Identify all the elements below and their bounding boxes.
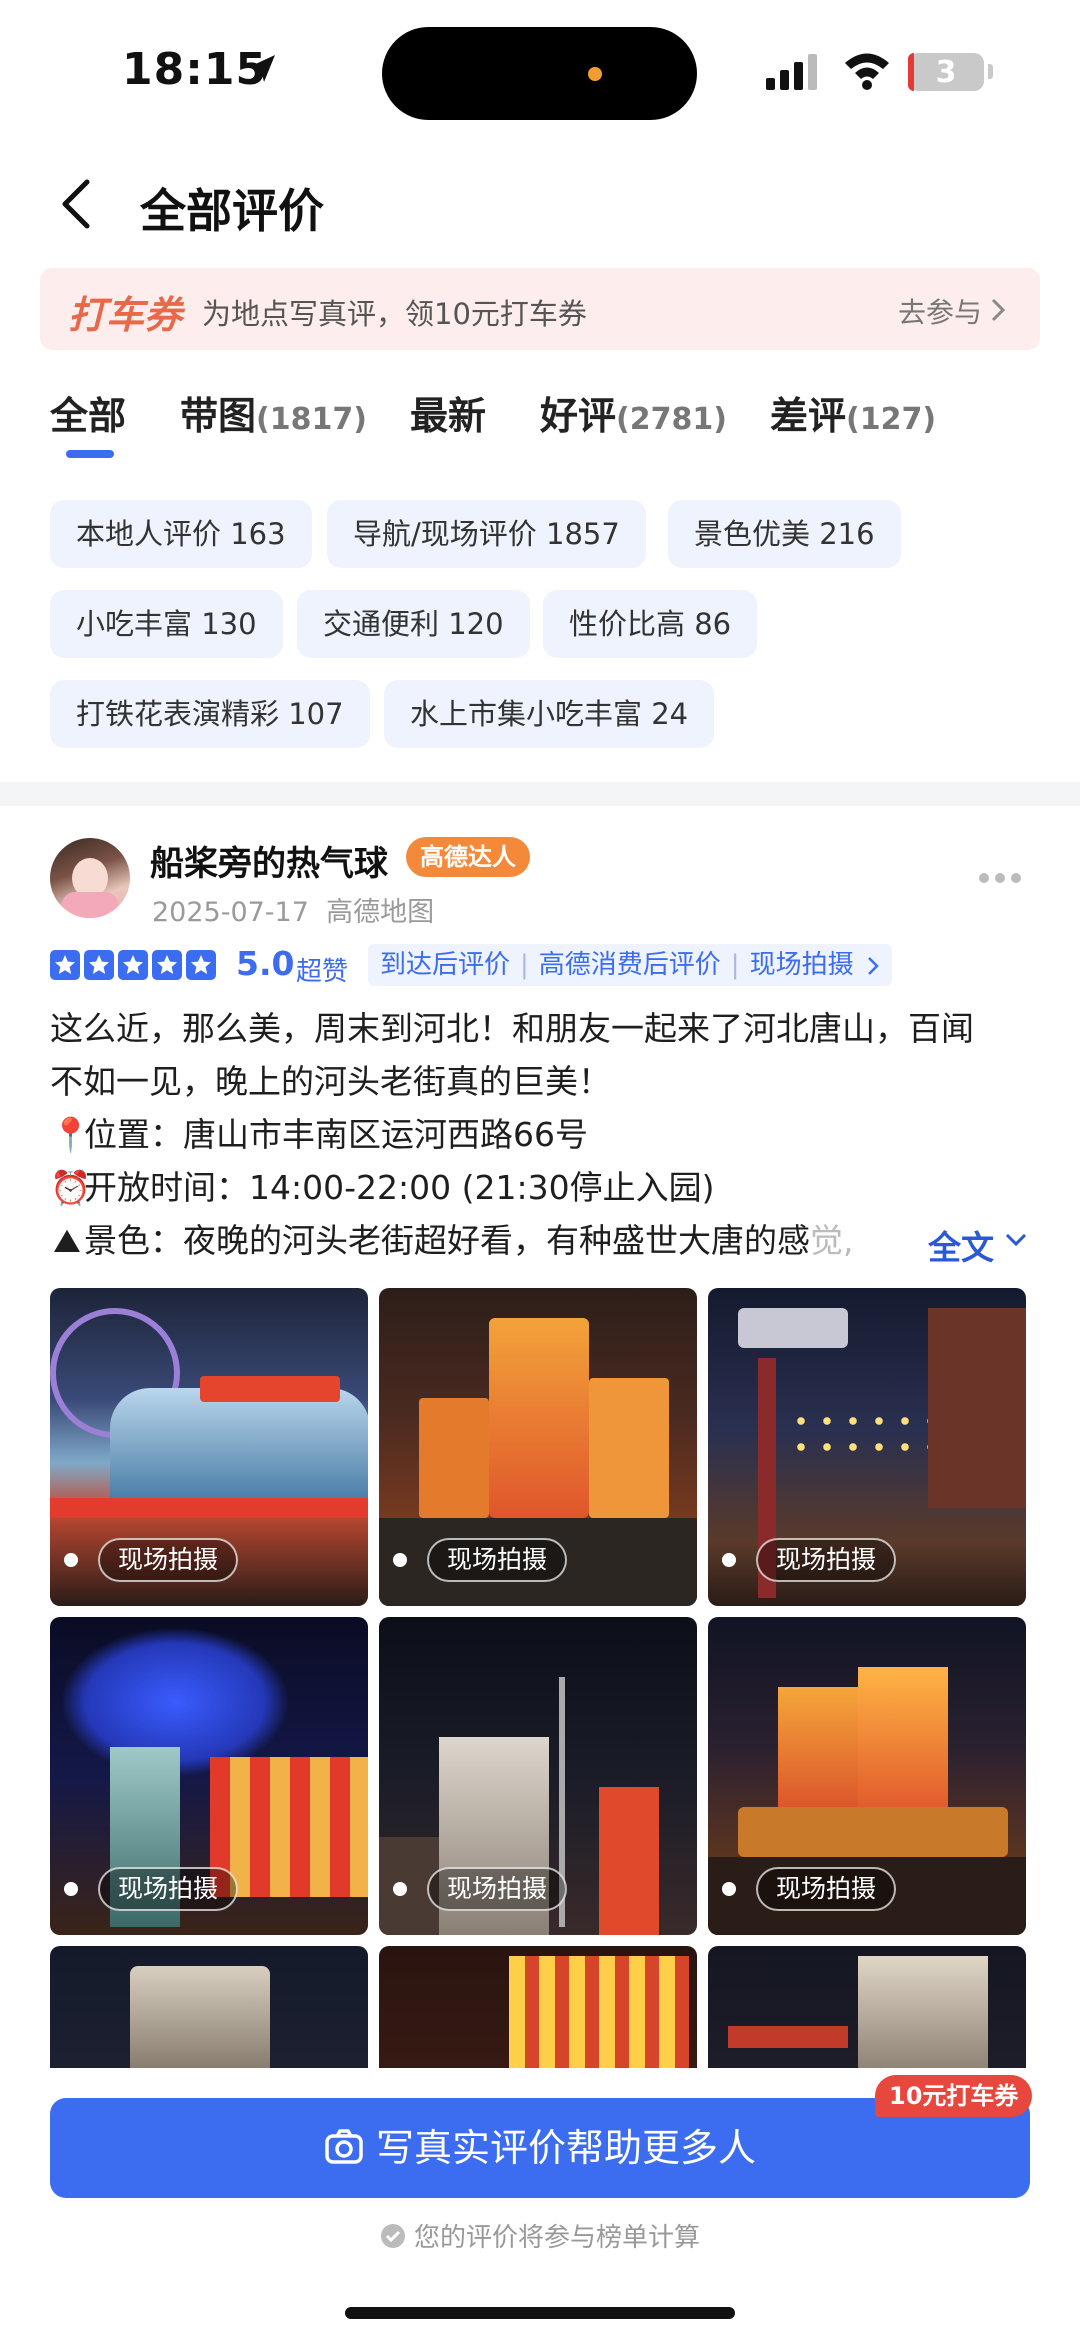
star-icon xyxy=(118,950,148,980)
review-photo[interactable]: 现场拍摄 xyxy=(708,1288,1026,1606)
home-indicator xyxy=(345,2307,735,2319)
tab-negative[interactable]: 差评(127) xyxy=(770,385,936,440)
recording-dot-icon xyxy=(588,67,602,81)
filter-chip[interactable]: 打铁花表演精彩 107 xyxy=(50,680,370,748)
mountain-icon: ⛰ xyxy=(53,1221,81,1260)
review-line: ⛰景色：夜晚的河头老街超好看，有种盛世大唐的感觉, xyxy=(50,1214,920,1267)
promo-text: 为地点写真评，领10元打车券 xyxy=(202,297,587,331)
tab-latest[interactable]: 最新 xyxy=(410,385,486,440)
review-tag: 高德消费后评价 xyxy=(538,950,721,980)
review-source: 高德地图 xyxy=(326,897,435,928)
pin-icon: 📍 xyxy=(50,1115,92,1154)
dynamic-island xyxy=(382,27,697,120)
taxi-coupon-badge: 10元打车券 xyxy=(875,2075,1033,2117)
expert-badge: 高德达人 xyxy=(406,837,530,877)
star-icon xyxy=(186,950,216,980)
filter-chip[interactable]: 水上市集小吃丰富 24 xyxy=(384,680,715,748)
filter-chip[interactable]: 导航/现场评价 1857 xyxy=(327,500,646,568)
active-tab-indicator xyxy=(66,450,114,458)
star-icon xyxy=(84,950,114,980)
review-line: ⏰开放时间：14:00-22:00 (21:30停止入园) xyxy=(50,1161,1040,1214)
battery-cap xyxy=(988,64,993,79)
review-photo[interactable]: 现场拍摄 xyxy=(379,1617,697,1935)
tab-positive[interactable]: 好评(2781) xyxy=(540,385,727,440)
wifi-icon xyxy=(845,53,889,90)
reviewer-name[interactable]: 船桨旁的热气球 xyxy=(150,836,388,885)
review-body: 这么近，那么美，周末到河北！和朋友一起来了河北唐山，百闻 不如一见，晚上的河头老… xyxy=(50,1002,1040,1267)
expand-full-text-link[interactable]: 全文 xyxy=(928,1221,994,1269)
write-review-label: 写真实评价帮助更多人 xyxy=(375,2126,756,2170)
review-line: 不如一见，晚上的河头老街真的巨美！ xyxy=(50,1062,611,1101)
camera-icon xyxy=(325,2128,363,2164)
review-photo[interactable]: 现场拍摄 xyxy=(50,1288,368,1606)
review-meta: 2025-07-17 高德地图 xyxy=(152,890,434,929)
location-arrow-icon xyxy=(249,55,275,82)
tab-all[interactable]: 全部 xyxy=(50,385,126,440)
avatar[interactable] xyxy=(50,838,130,918)
check-circle-icon xyxy=(380,2223,405,2248)
review-tag: 到达后评价 xyxy=(380,950,511,980)
photo-label: 现场拍摄 xyxy=(756,1538,897,1582)
filter-chip[interactable]: 性价比高 86 xyxy=(543,590,758,658)
chevron-down-icon xyxy=(1005,1233,1027,1247)
review-photo[interactable]: 现场拍摄 xyxy=(379,1288,697,1606)
chevron-right-icon xyxy=(991,298,1006,322)
alarm-clock-icon: ⏰ xyxy=(50,1168,92,1207)
section-divider xyxy=(0,782,1080,806)
tab-with-photos[interactable]: 带图(1817) xyxy=(180,385,367,440)
star-icon xyxy=(152,950,182,980)
chevron-right-icon xyxy=(867,956,879,975)
rating-score: 5.0 xyxy=(236,944,295,983)
review-line: 📍位置：唐山市丰南区运河西路66号 xyxy=(50,1108,1040,1161)
review-line: 这么近，那么美，周末到河北！和朋友一起来了河北唐山，百闻 xyxy=(50,1009,974,1048)
photo-label: 现场拍摄 xyxy=(756,1867,897,1911)
review-photo[interactable]: 现场拍摄 xyxy=(708,1617,1026,1935)
ranking-footnote: 您的评价将参与榜单计算 xyxy=(0,2217,1080,2254)
photo-label: 现场拍摄 xyxy=(98,1538,239,1582)
review-tags[interactable]: 到达后评价 | 高德消费后评价 | 现场拍摄 xyxy=(368,944,892,986)
battery-icon: 3 xyxy=(908,53,984,91)
status-bar: 18:15 3 xyxy=(0,0,1080,145)
filter-chip[interactable]: 景色优美 216 xyxy=(668,500,901,568)
star-icon xyxy=(50,950,80,980)
page-title: 全部评价 xyxy=(140,184,324,238)
photo-label: 现场拍摄 xyxy=(98,1867,239,1911)
more-options-icon[interactable] xyxy=(978,871,1022,885)
star-rating xyxy=(50,950,220,982)
filter-chip[interactable]: 本地人评价 163 xyxy=(50,500,312,568)
battery-level: 3 xyxy=(935,55,957,90)
review-photo[interactable]: 现场拍摄 xyxy=(50,1617,368,1935)
promo-banner[interactable]: 打车券 为地点写真评，领10元打车券 去参与 xyxy=(40,268,1040,350)
back-chevron-icon[interactable] xyxy=(55,174,105,234)
cellular-signal-icon xyxy=(766,54,817,90)
promo-join-link[interactable]: 去参与 xyxy=(898,291,982,331)
photo-label: 现场拍摄 xyxy=(427,1538,568,1582)
promo-tag: 打车券 xyxy=(68,293,183,337)
filter-chip[interactable]: 小吃丰富 130 xyxy=(50,590,283,658)
rating-label: 超赞 xyxy=(296,957,349,987)
review-tabs: 全部 带图(1817) 最新 好评(2781) 差评(127) xyxy=(0,385,1080,465)
review-date: 2025-07-17 xyxy=(152,897,309,928)
filter-chip[interactable]: 交通便利 120 xyxy=(297,590,530,658)
photo-label: 现场拍摄 xyxy=(427,1867,568,1911)
review-tag: 现场拍摄 xyxy=(749,950,854,980)
